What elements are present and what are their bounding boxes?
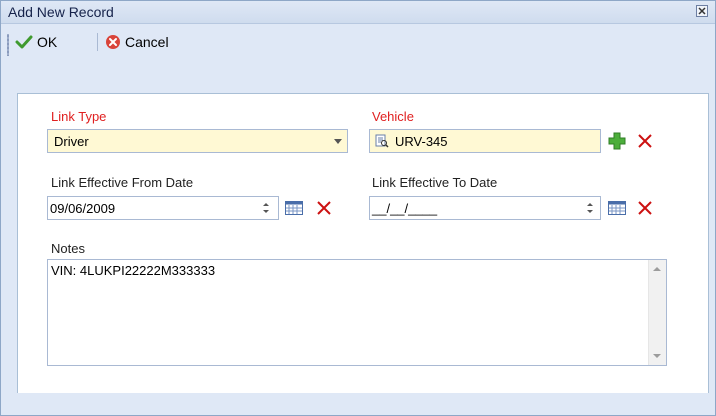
dropdown-arrow-icon[interactable] [332,135,344,147]
link-type-value: Driver [54,134,89,149]
ok-button[interactable]: OK [15,31,57,53]
dialog-footer [1,393,715,415]
dialog-title: Add New Record [8,4,114,20]
ok-label: OK [37,34,58,50]
to-date-value: __/__/____ [372,201,438,216]
link-type-label: Link Type [51,109,107,124]
close-icon [698,7,706,15]
title-bar: Add New Record [1,1,715,24]
cancel-icon [106,35,120,49]
add-vehicle-button[interactable] [607,131,627,151]
add-record-dialog: Add New Record OK Cancel Link Type Drive… [0,0,716,416]
cancel-button[interactable]: Cancel [105,31,169,53]
toolbar-separator [97,33,98,51]
vehicle-label: Vehicle [372,109,414,124]
add-icon [608,132,626,150]
clear-vehicle-button[interactable] [635,131,655,151]
notes-label: Notes [51,241,85,256]
delete-icon [317,201,331,215]
from-date-value: 09/06/2009 [50,201,116,216]
to-date-spinner[interactable] [585,197,595,219]
link-type-select[interactable]: Driver [47,129,348,153]
to-date-label: Link Effective To Date [372,175,498,190]
lookup-icon[interactable] [375,134,389,148]
calendar-icon [608,201,626,215]
toolbar-grip[interactable] [7,34,9,56]
check-icon [15,35,33,49]
vehicle-value: URV-345 [395,134,448,149]
to-date-calendar-button[interactable] [607,198,627,218]
clear-to-date-button[interactable] [635,198,655,218]
from-date-label: Link Effective From Date [51,175,194,190]
cancel-label: Cancel [125,34,169,50]
vehicle-lookup-field[interactable]: URV-345 [369,129,601,153]
from-date-spinner[interactable] [261,197,271,219]
scroll-down-icon[interactable] [653,354,661,358]
notes-scrollbar[interactable] [648,260,666,365]
clear-from-date-button[interactable] [314,198,334,218]
close-button[interactable] [696,5,708,17]
from-date-calendar-button[interactable] [284,198,304,218]
delete-icon [638,201,652,215]
to-date-input[interactable]: __/__/____ [369,196,601,220]
calendar-icon [285,201,303,215]
notes-textarea[interactable]: VIN: 4LUKPI22222M333333 [47,259,667,366]
delete-icon [638,134,652,148]
scroll-up-icon[interactable] [653,267,661,271]
from-date-input[interactable]: 09/06/2009 [47,196,279,220]
notes-value: VIN: 4LUKPI22222M333333 [51,263,216,278]
